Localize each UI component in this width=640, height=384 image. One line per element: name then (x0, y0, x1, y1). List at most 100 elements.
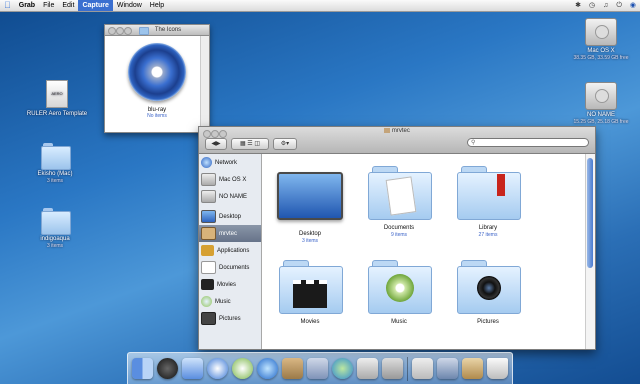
desktop-icon-noname[interactable]: NO NAME 15.25 GB, 25.18 GB free (562, 82, 640, 126)
window-titlebar[interactable]: The Icons (105, 25, 209, 36)
dock (127, 352, 513, 384)
grab-icon[interactable] (412, 358, 433, 379)
desktop-icon-label: Ekisho (Mac) (37, 171, 73, 177)
minimize-button[interactable] (116, 27, 124, 35)
menu-help[interactable]: Help (146, 0, 168, 11)
desktop-icon-sub: 3 items (46, 178, 64, 184)
sidebar-item-documents[interactable]: Documents (199, 259, 261, 276)
sidebar-item-mrvtec[interactable]: mrvtec (199, 225, 261, 242)
desktop-icon-sub: 38.35 GB, 33.59 GB free (573, 55, 629, 61)
blu-ray-item[interactable]: blu-ray No items (115, 43, 199, 119)
desktop-icon-label: RULER Aero Template (26, 111, 88, 117)
spotlight-icon[interactable]: ◉ (630, 0, 636, 11)
window-title-wrap: mrvtec (199, 128, 595, 134)
scrollbar-thumb[interactable] (587, 158, 593, 268)
view-mode-buttons[interactable]: ▦ ☰ ◫ (231, 138, 269, 150)
pictures-folder-icon (457, 258, 521, 314)
documents-folder-icon (368, 164, 432, 220)
sidebar-item-music[interactable]: Music (199, 293, 261, 310)
volume-icon[interactable]: ♫ (603, 0, 608, 11)
clock-icon[interactable]: ◷ (589, 0, 595, 11)
sidebar-item-noname[interactable]: NO NAME (199, 188, 261, 205)
desktop-icon-macosx[interactable]: Mac OS X 38.35 GB, 33.59 GB free (562, 18, 640, 62)
menu-bar:  Grab File Edit Capture Window Help ✱ ◷… (0, 0, 640, 12)
dock-separator (407, 356, 408, 381)
hard-drive-icon (585, 82, 617, 110)
desktop-icon (201, 210, 216, 223)
folder-icon (139, 27, 149, 35)
back-forward-buttons[interactable]: ◀▶ (205, 138, 227, 150)
folder-item-library[interactable]: Library 27 items (448, 164, 528, 238)
sidebar-item-desktop[interactable]: Desktop (199, 208, 261, 225)
sidebar-item-network[interactable]: Network (199, 154, 261, 171)
document-icon: AERO (46, 80, 68, 108)
addressbook-icon[interactable] (282, 358, 303, 379)
desktop-icon-label: Mac OS X (587, 48, 615, 54)
music-folder-icon (368, 258, 432, 314)
applications-icon (201, 245, 214, 256)
desktop-icon-ruler-aero[interactable]: AERO RULER Aero Template (12, 80, 102, 118)
folder-item-pictures[interactable]: Pictures (448, 258, 528, 326)
home-icon (201, 227, 216, 240)
icon-preview-window: The Icons blu-ray No items (104, 24, 210, 133)
system-preferences-icon[interactable] (382, 358, 403, 379)
menu-edit[interactable]: Edit (58, 0, 78, 11)
desktop-icon-ekisho[interactable]: Ekisho (Mac) 3 items (10, 143, 100, 185)
preview-icon[interactable] (307, 358, 328, 379)
menu-file[interactable]: File (39, 0, 58, 11)
hard-drive-icon (201, 190, 216, 203)
library-folder-icon (457, 164, 521, 220)
safari-icon[interactable] (207, 358, 228, 379)
ichat-icon[interactable] (332, 358, 353, 379)
movies-folder-icon (279, 258, 343, 314)
scrollbar[interactable] (200, 36, 209, 131)
mail-icon[interactable] (182, 358, 203, 379)
dashboard-icon[interactable] (157, 358, 178, 379)
sidebar-item-applications[interactable]: Applications (199, 242, 261, 259)
hard-drive-icon (585, 18, 617, 46)
sidebar-item-pictures[interactable]: Pictures (199, 310, 261, 327)
close-button[interactable] (108, 27, 116, 35)
sidebar-item-macosx[interactable]: Mac OS X (199, 171, 261, 188)
folder-item-desktop[interactable]: Desktop 3 items (270, 164, 350, 244)
vertical-scrollbar[interactable] (585, 154, 595, 349)
apple-menu-icon[interactable]:  (0, 0, 15, 11)
gear-icon: ⚙▾ (280, 141, 290, 147)
documents-icon (201, 261, 216, 274)
disc-icon (128, 43, 186, 101)
action-gear-button[interactable]: ⚙▾ (273, 138, 297, 150)
sidebar-item-movies[interactable]: Movies (199, 276, 261, 293)
menu-window[interactable]: Window (113, 0, 146, 11)
desktop-icon-indigoaqua[interactable]: indigoaqua 3 items (10, 208, 100, 250)
trash-icon[interactable] (487, 358, 508, 379)
folder-item-documents[interactable]: Documents 9 items (359, 164, 439, 238)
folder-icon (41, 208, 71, 235)
movies-icon (201, 279, 214, 290)
item-count: No items (147, 113, 167, 119)
menu-grab[interactable]: Grab (15, 0, 39, 11)
quicktime-icon[interactable] (357, 358, 378, 379)
search-icon: ⚲ (471, 140, 476, 146)
desktop-icon-sub: 15.25 GB, 25.18 GB free (573, 119, 629, 125)
ical-icon[interactable] (257, 358, 278, 379)
home-icon (384, 128, 391, 133)
hard-drive-icon (201, 173, 216, 186)
window-title: The Icons (154, 27, 182, 33)
music-icon (201, 296, 212, 307)
zoom-button[interactable] (124, 27, 132, 35)
search-field[interactable]: ⚲ (467, 138, 589, 147)
folder-item-music[interactable]: Music (359, 258, 439, 326)
folder-item-movies[interactable]: Movies (270, 258, 350, 326)
documents-stack-icon[interactable] (462, 358, 483, 379)
pictures-icon (201, 312, 216, 325)
itunes-icon[interactable] (232, 358, 253, 379)
finder-window: mrvtec ◀▶ ▦ ☰ ◫ ⚙▾ ⚲ Network Mac OS X NO… (198, 126, 596, 350)
window-title: mrvtec (391, 128, 410, 135)
desktop-icon-label: NO NAME (586, 112, 615, 118)
finder-toolbar: mrvtec ◀▶ ▦ ☰ ◫ ⚙▾ ⚲ (199, 127, 595, 154)
power-icon[interactable]: ⏻ (616, 0, 622, 11)
sysinfo-icon[interactable] (437, 358, 458, 379)
finder-icon[interactable] (132, 358, 153, 379)
menu-capture[interactable]: Capture (78, 0, 113, 11)
bluetooth-icon[interactable]: ✱ (575, 0, 581, 11)
